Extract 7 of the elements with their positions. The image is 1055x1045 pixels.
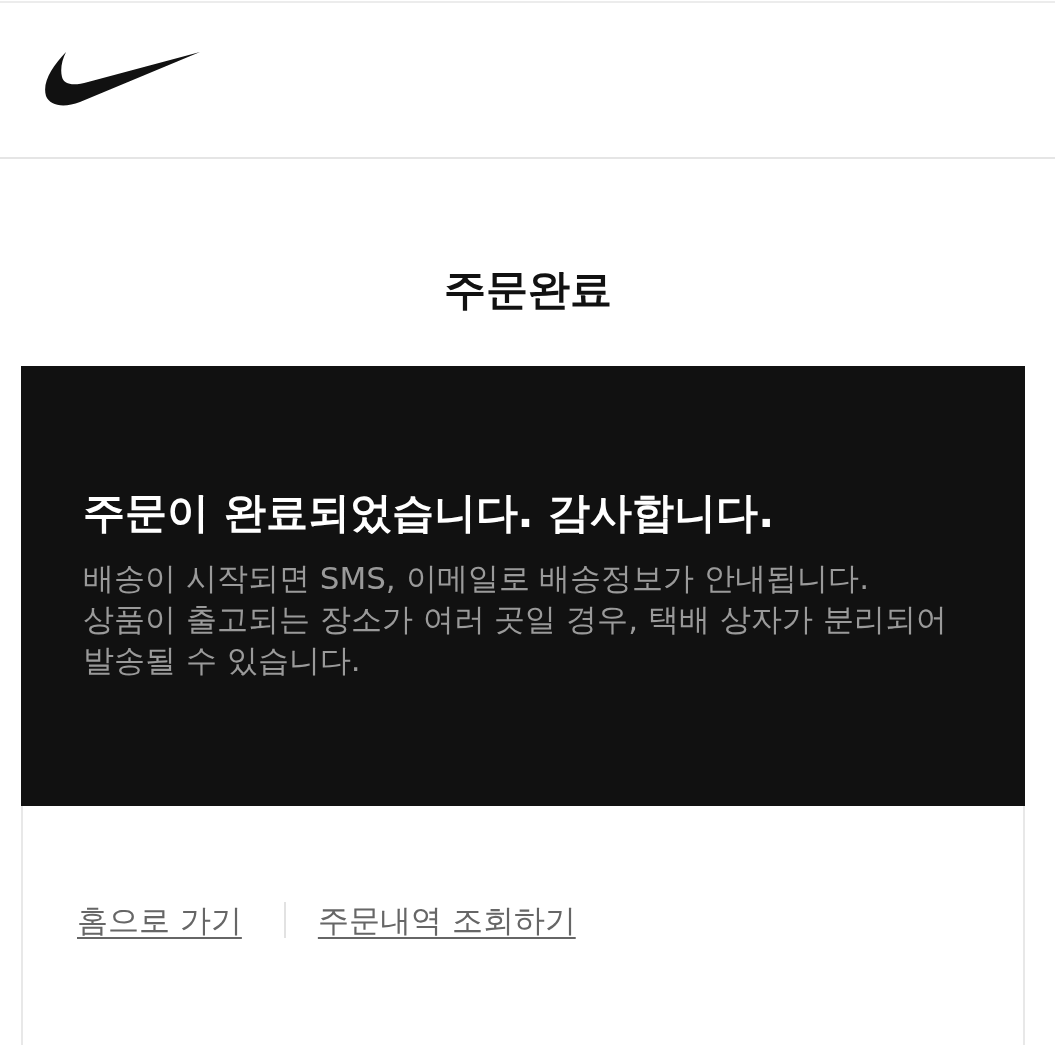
notice-text: 상품이 출고되는 장소가 여러 곳일 경우, 택배 상자가 분리되어 발송될 수 있습니다. (83, 600, 948, 680)
page-title: 주문완료 (442, 264, 613, 316)
swoosh-logo-icon (44, 52, 200, 108)
notice-text: 배송이 시작되면 SMS, 이메일로 배송정보가 안내됩니다. (83, 559, 871, 598)
notice-heading: 주문이 완료되었습니다. 감사합니다. (83, 487, 776, 539)
text-link[interactable]: 홈으로 가기 (77, 898, 242, 942)
text-link[interactable]: 주문내역 조회하기 (317, 898, 576, 942)
